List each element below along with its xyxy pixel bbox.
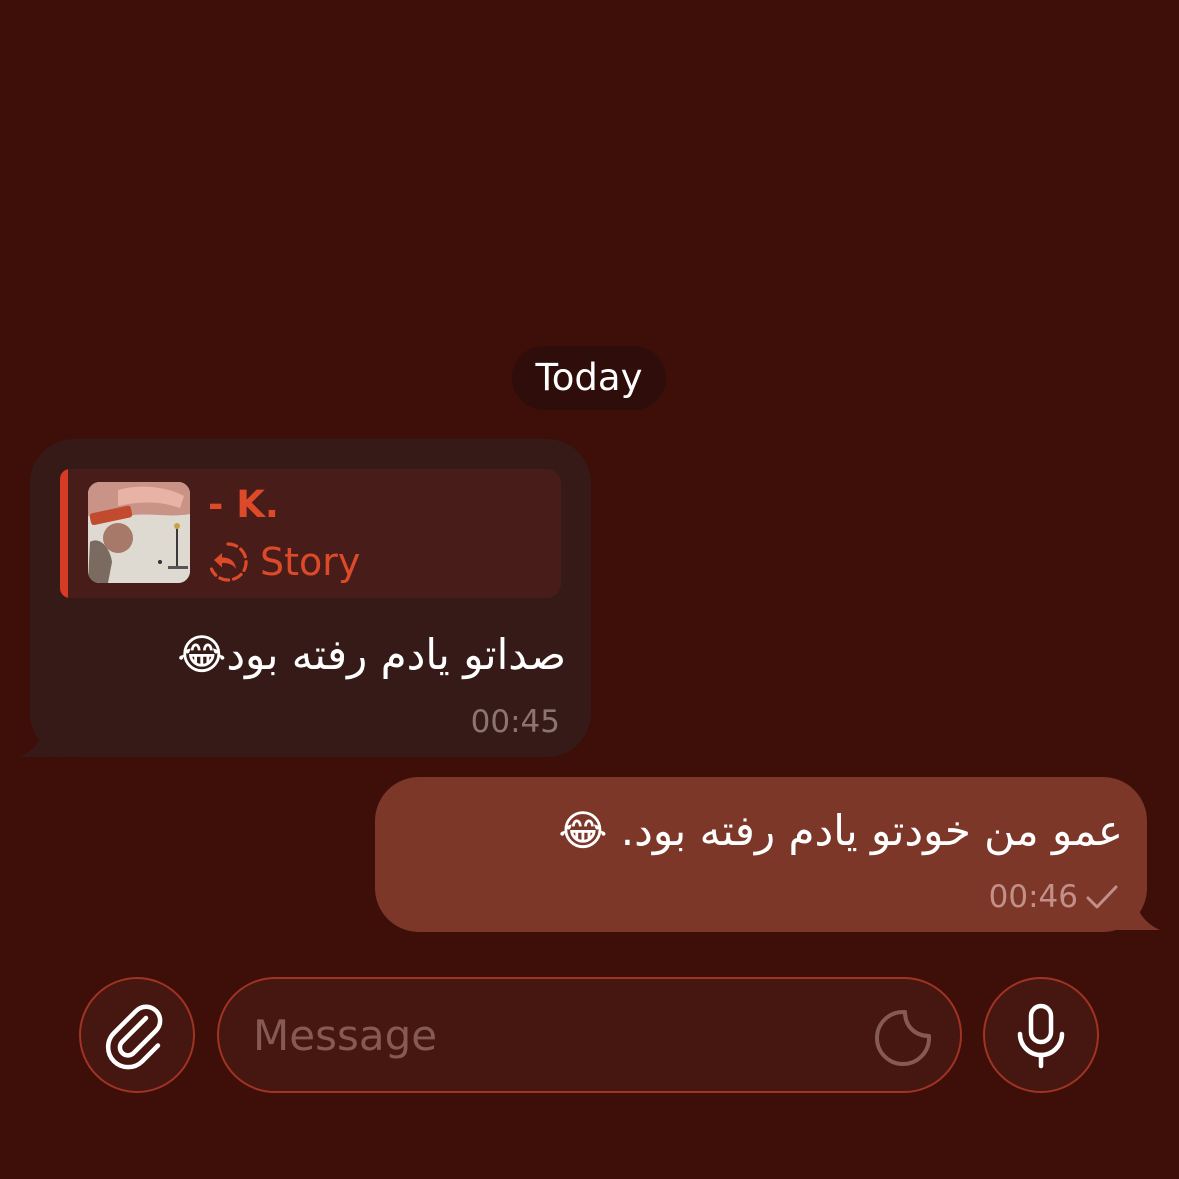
story-thumbnail	[88, 482, 190, 583]
story-reference: Story	[206, 539, 360, 585]
incoming-message-text: صداتو یادم رفته بود😂	[177, 630, 566, 679]
microphone-button[interactable]	[983, 977, 1099, 1093]
attach-button[interactable]	[79, 977, 195, 1093]
date-separator: Today	[512, 346, 666, 410]
single-check-icon	[1086, 885, 1118, 909]
story-reply-quote[interactable]: - K. Story	[60, 469, 561, 598]
outgoing-message-meta: 00:46	[940, 875, 1120, 919]
story-label: Story	[260, 540, 361, 584]
message-input[interactable]	[253, 1003, 833, 1067]
story-reply-icon	[209, 542, 248, 582]
paperclip-icon	[105, 1004, 163, 1070]
outgoing-message-time: 00:46	[988, 879, 1078, 915]
sticker-icon[interactable]	[873, 1008, 933, 1068]
microphone-icon	[1017, 1003, 1065, 1069]
quote-sender-name: - K.	[208, 483, 279, 526]
message-input-container[interactable]	[217, 977, 962, 1093]
incoming-message-time: 00:45	[470, 704, 560, 740]
quote-accent-bar	[60, 469, 68, 598]
outgoing-message-text: عمو من خودتو یادم رفته بود. 😂	[558, 806, 1123, 855]
